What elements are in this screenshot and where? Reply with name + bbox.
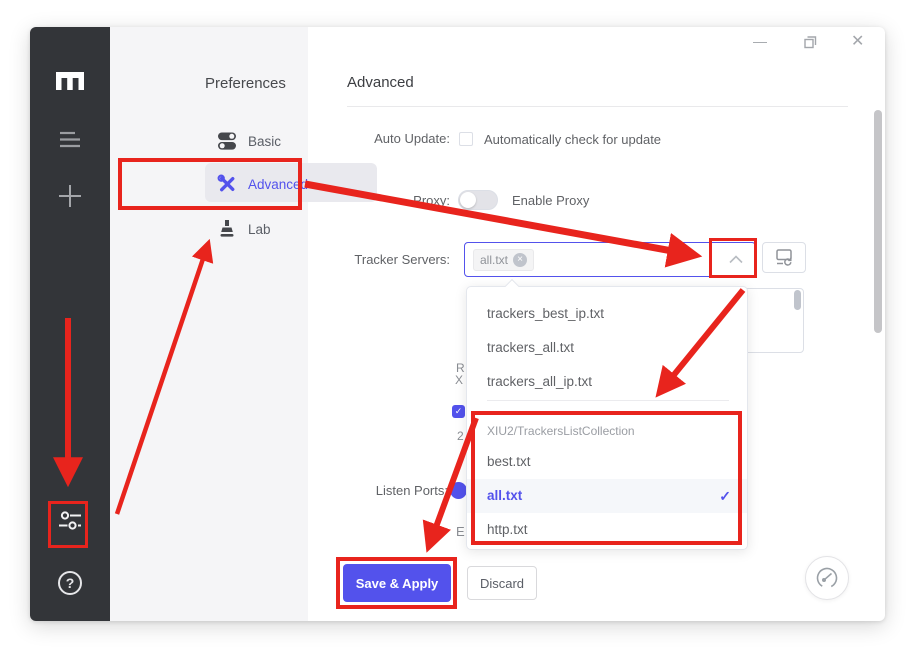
occluded-text-fragment: 2	[457, 429, 464, 443]
close-button[interactable]: ✕	[851, 31, 864, 51]
annotation-box-save-button	[336, 557, 457, 609]
title-divider	[347, 106, 848, 107]
sync-trackers-button[interactable]	[762, 242, 806, 273]
occluded-checkbox-fragment: ✓	[452, 405, 465, 418]
preferences-title: Preferences	[205, 75, 286, 92]
screenshot-root: — ✕ ? Preferences Basic Advanced Lab Adv…	[0, 0, 913, 649]
help-icon: ?	[58, 571, 82, 595]
minimize-icon: —	[753, 33, 767, 49]
annotation-box-preferences-icon	[48, 501, 88, 548]
lab-stamp-icon	[220, 220, 234, 237]
task-list-icon[interactable]	[30, 130, 110, 148]
textarea-scrollbar-thumb[interactable]	[794, 290, 801, 310]
auto-update-option-label[interactable]: Automatically check for update	[484, 132, 661, 147]
add-task-icon[interactable]	[30, 183, 110, 209]
discard-button[interactable]: Discard	[467, 566, 537, 600]
auto-update-label: Auto Update:	[374, 131, 450, 146]
dropdown-option[interactable]: trackers_all.txt	[467, 331, 747, 365]
page-title: Advanced	[347, 74, 414, 91]
auto-update-checkbox[interactable]	[459, 132, 473, 146]
dropdown-divider	[487, 400, 729, 401]
toggle-knob	[460, 192, 476, 208]
speed-gauge-button[interactable]	[805, 556, 849, 600]
proxy-toggle[interactable]	[458, 190, 498, 210]
dropdown-option[interactable]: trackers_all_ip.txt	[467, 365, 747, 399]
tag-close-icon[interactable]: ×	[513, 253, 528, 267]
dropdown-option[interactable]: trackers_best_ip.txt	[467, 297, 747, 331]
proxy-option-label: Enable Proxy	[512, 193, 590, 208]
annotation-box-dropdown-group	[471, 411, 742, 545]
basic-toggles-icon	[218, 132, 236, 150]
motrix-logo-icon	[30, 71, 110, 90]
listen-ports-label: Listen Ports:	[375, 483, 448, 498]
window-scrollbar-thumb[interactable]	[874, 110, 882, 333]
selected-tag: all.txt ×	[473, 249, 535, 271]
help-button[interactable]: ?	[30, 571, 110, 595]
dropdown-caret	[504, 278, 520, 294]
gauge-icon	[816, 567, 838, 589]
maximize-button[interactable]	[804, 36, 817, 54]
occluded-text-fragment: E	[456, 524, 465, 539]
close-icon: ✕	[851, 33, 865, 50]
minimize-button[interactable]: —	[753, 33, 767, 49]
preferences-nav: Preferences Basic Advanced Lab	[110, 27, 377, 621]
annotation-box-advanced-nav	[118, 158, 302, 210]
sync-icon	[776, 249, 792, 266]
restore-icon	[804, 36, 817, 49]
tracker-servers-label: Tracker Servers:	[354, 252, 450, 267]
occluded-toggle-fragment	[450, 482, 467, 499]
preferences-window: — ✕ ? Preferences Basic Advanced Lab Adv…	[30, 27, 885, 621]
annotation-box-chevron	[709, 238, 757, 278]
occluded-text-fragment: X	[455, 373, 464, 387]
